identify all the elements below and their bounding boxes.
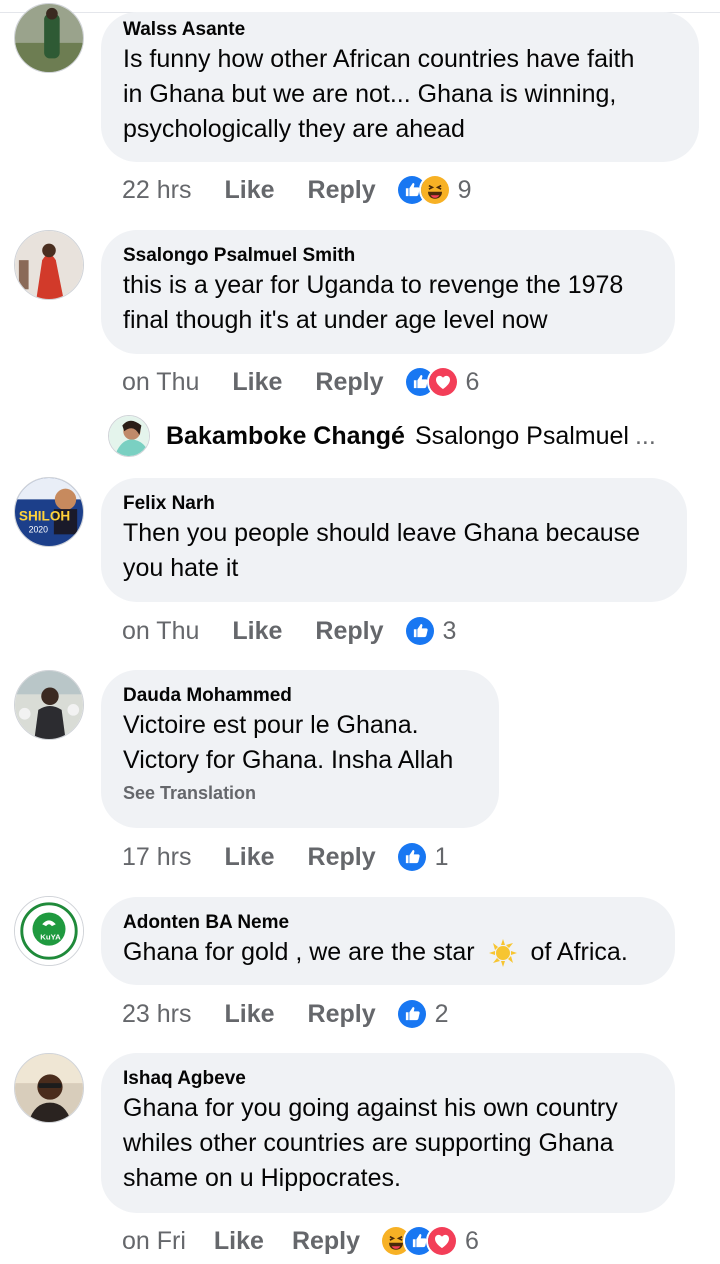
see-translation-link[interactable]: See Translation <box>123 778 477 808</box>
sun-emoji-icon <box>486 938 520 968</box>
comment-author[interactable]: Ishaq Agbeve <box>123 1067 653 1091</box>
comment-bubble[interactable]: Dauda Mohammed Victoire est pour le Ghan… <box>101 670 499 828</box>
comment-author[interactable]: Dauda Mohammed <box>123 684 477 708</box>
haha-icon <box>418 174 451 206</box>
reply-button[interactable]: Reply <box>308 1000 376 1029</box>
comment-timestamp[interactable]: 23 hrs <box>122 1000 191 1029</box>
comment-author[interactable]: Adonten BA Neme <box>123 911 653 935</box>
avatar-text: SHILOH <box>19 509 70 524</box>
comment-text-line: Victory for Ghana. Insha Allah <box>123 746 454 774</box>
avatar-photo <box>15 671 83 739</box>
avatar-photo: SHILOH 2020 <box>15 478 83 546</box>
comment-author[interactable]: Walss Asante <box>123 18 677 42</box>
reply-button[interactable]: Reply <box>308 176 376 205</box>
avatar-text: 2020 <box>29 524 49 534</box>
comment-actions: on Fri Like Reply 6 <box>122 1223 479 1259</box>
comment-bubble[interactable]: Adonten BA Neme Ghana for gold , we are … <box>101 897 675 985</box>
like-icon <box>395 998 428 1030</box>
reply-author[interactable]: Bakamboke Changé <box>166 422 405 451</box>
reaction-summary[interactable] <box>395 174 451 206</box>
reaction-count: 3 <box>442 616 457 645</box>
like-button[interactable]: Like <box>224 176 274 205</box>
comment-timestamp[interactable]: 22 hrs <box>122 176 191 205</box>
reaction-summary[interactable] <box>395 841 428 873</box>
like-icon <box>403 615 436 647</box>
comment-text-line: final though it's at under age level now <box>123 306 548 334</box>
like-icon <box>395 841 428 873</box>
reply-button[interactable]: Reply <box>315 617 383 646</box>
avatar-photo <box>15 1054 83 1122</box>
avatar-text: KuYA <box>40 933 61 942</box>
comment-actions: on Thu Like Reply 6 <box>122 364 479 400</box>
comment-actions: 22 hrs Like Reply 9 <box>122 172 472 208</box>
comment-timestamp[interactable]: on Thu <box>122 368 199 397</box>
comment-author[interactable]: Ssalongo Psalmuel Smith <box>123 244 653 268</box>
avatar-photo: KuYA <box>15 897 83 965</box>
reaction-summary[interactable] <box>395 998 428 1030</box>
comment-text-part: Ghana for gold , we are the star <box>123 938 475 966</box>
reaction-summary[interactable] <box>403 615 436 647</box>
avatar[interactable] <box>14 1053 84 1123</box>
reply-ellipsis: ... <box>634 421 656 450</box>
like-button[interactable]: Like <box>232 368 282 397</box>
reaction-count: 2 <box>434 999 449 1028</box>
reaction-count: 9 <box>457 175 472 204</box>
like-button[interactable]: Like <box>214 1227 264 1256</box>
reply-button[interactable]: Reply <box>315 368 383 397</box>
avatar-photo <box>15 231 83 299</box>
reply-text: Ssalongo Psalmuel <box>414 421 629 450</box>
reaction-count: 1 <box>434 842 449 871</box>
comment-text-line: Is funny how other African countries hav… <box>123 45 635 73</box>
reply-button[interactable]: Reply <box>308 843 376 872</box>
comment-text-line: you hate it <box>123 554 239 582</box>
love-icon <box>426 1225 459 1257</box>
avatar[interactable] <box>14 230 84 300</box>
comment-author[interactable]: Felix Narh <box>123 492 665 516</box>
comment-actions: 23 hrs Like Reply 2 <box>122 996 449 1032</box>
comment-text-part: of Africa. <box>530 938 628 966</box>
comment-actions: on Thu Like Reply 3 <box>122 613 456 649</box>
comment-text-line: in Ghana but we are not... Ghana is winn… <box>123 80 617 108</box>
reply-button[interactable]: Reply <box>292 1227 360 1256</box>
avatar[interactable]: KuYA <box>14 896 84 966</box>
comment-text-line: shame on u Hippocrates. <box>123 1164 401 1192</box>
comment-bubble[interactable]: Walss Asante Is funny how other African … <box>101 12 699 162</box>
comment-text-line: Victoire est pour le Ghana. <box>123 711 419 739</box>
comment-actions: 17 hrs Like Reply 1 <box>122 839 449 875</box>
reaction-count: 6 <box>465 367 480 396</box>
comment-timestamp[interactable]: on Fri <box>122 1227 186 1256</box>
comment-text-line: this is a year for Uganda to revenge the… <box>123 271 624 299</box>
love-icon <box>426 366 459 398</box>
avatar[interactable] <box>14 670 84 740</box>
avatar[interactable] <box>108 415 150 457</box>
reaction-summary[interactable] <box>403 366 459 398</box>
comment-bubble[interactable]: Felix Narh Then you people should leave … <box>101 478 687 602</box>
comment-bubble[interactable]: Ssalongo Psalmuel Smith this is a year f… <box>101 230 675 354</box>
like-button[interactable]: Like <box>224 843 274 872</box>
avatar[interactable] <box>14 3 84 73</box>
like-button[interactable]: Like <box>224 1000 274 1029</box>
like-button[interactable]: Like <box>232 617 282 646</box>
comment-bubble[interactable]: Ishaq Agbeve Ghana for you going against… <box>101 1053 675 1213</box>
comment-text-line: Then you people should leave Ghana becau… <box>123 519 641 547</box>
comment-text-line: Ghana for you going against his own coun… <box>123 1094 618 1122</box>
avatar-photo <box>15 4 83 72</box>
comment-timestamp[interactable]: 17 hrs <box>122 843 191 872</box>
comment-text-line: Ghana for gold , we are the star of Afri… <box>123 935 653 970</box>
comment-timestamp[interactable]: on Thu <box>122 617 199 646</box>
reply-preview[interactable]: Bakamboke Changé Ssalongo Psalmuel ... <box>108 414 656 458</box>
avatar[interactable]: SHILOH 2020 <box>14 477 84 547</box>
comment-text-line: psychologically they are ahead <box>123 115 465 143</box>
reaction-count: 6 <box>465 1226 479 1255</box>
reaction-summary[interactable] <box>380 1225 459 1257</box>
avatar-photo <box>109 416 149 456</box>
comment-text-line: whiles other countries are supporting Gh… <box>123 1129 614 1157</box>
